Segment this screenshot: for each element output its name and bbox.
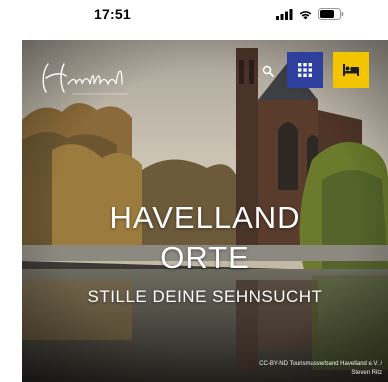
hero-title-line2: ORTE [160,240,250,275]
hero-banner: HAVELLAND ORTE STILLE DEINE SEHNSUCHT CC… [22,40,388,382]
search-button[interactable] [259,62,277,80]
search-icon [262,65,274,77]
phone-screen: 17:51 HAVELLAND ORTE STILLE DEINE SEHNSU… [0,0,388,382]
photo-credit-line1: CC-BY-ND Tourismusverband Havelland e.V.… [259,361,382,367]
menu-button[interactable] [287,52,323,88]
grid-icon [298,63,312,77]
status-time: 17:51 [94,6,131,22]
battery-icon [318,8,344,20]
status-bar: 17:51 [0,0,388,40]
bed-icon [343,64,359,76]
photo-credit-line2: Steven Ritz [351,370,382,376]
havelland-logo [42,63,128,95]
signal-icon [276,8,293,20]
accommodation-button[interactable] [333,52,369,88]
status-icons [276,8,344,20]
photo-credit: CC-BY-ND Tourismusverband Havelland e.V.… [232,360,382,378]
hero-title-line1: HAVELLAND [109,200,301,235]
hero-subtitle: STILLE DEINE SEHNSUCHT [87,287,323,306]
wifi-icon [299,10,312,19]
